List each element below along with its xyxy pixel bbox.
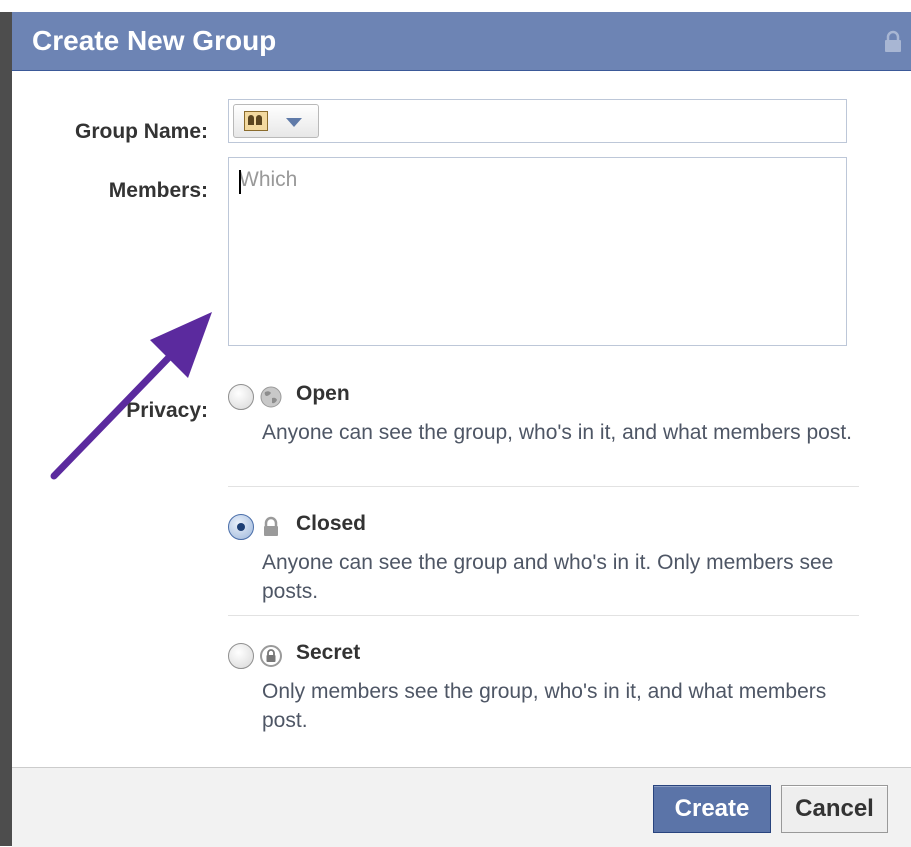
group-icon [244, 111, 268, 131]
privacy-option-description: Only members see the group, who's in it,… [262, 680, 827, 732]
text-cursor [239, 170, 241, 194]
privacy-radio-secret[interactable] [228, 643, 254, 669]
radio-selected-dot [237, 523, 245, 531]
cancel-button[interactable]: Cancel [781, 785, 888, 833]
secret-lock-icon [260, 645, 282, 667]
divider [228, 486, 859, 487]
group-name-field [228, 99, 847, 143]
members-label: Members: [108, 179, 208, 202]
group-name-input[interactable] [323, 101, 842, 141]
lock-icon [264, 516, 278, 536]
members-input[interactable] [237, 166, 831, 330]
lock-icon [885, 30, 901, 52]
privacy-option-description: Anyone can see the group, who's in it, a… [262, 421, 853, 444]
dialog-title: Create New Group [32, 25, 277, 56]
privacy-option-title: Secret [296, 641, 361, 664]
globe-icon [260, 386, 282, 408]
chevron-down-icon [286, 118, 302, 127]
annotation-arrow-icon [50, 312, 212, 480]
members-field [228, 157, 847, 346]
group-name-label: Group Name: [74, 120, 208, 143]
privacy-radio-closed[interactable] [228, 514, 254, 540]
divider [228, 615, 859, 616]
privacy-option-description: Anyone can see the group and who's in it… [262, 551, 834, 603]
create-button[interactable]: Create [653, 785, 771, 833]
dialog-footer: Create Cancel [12, 767, 911, 847]
privacy-radio-open[interactable] [228, 384, 254, 410]
window-top-margin [0, 0, 911, 12]
group-icon-selector[interactable] [233, 104, 319, 138]
privacy-option-title: Closed [296, 512, 367, 535]
window-edge [0, 0, 12, 846]
privacy-option-title: Open [296, 382, 350, 405]
dialog-header: Create New Group [12, 12, 911, 71]
